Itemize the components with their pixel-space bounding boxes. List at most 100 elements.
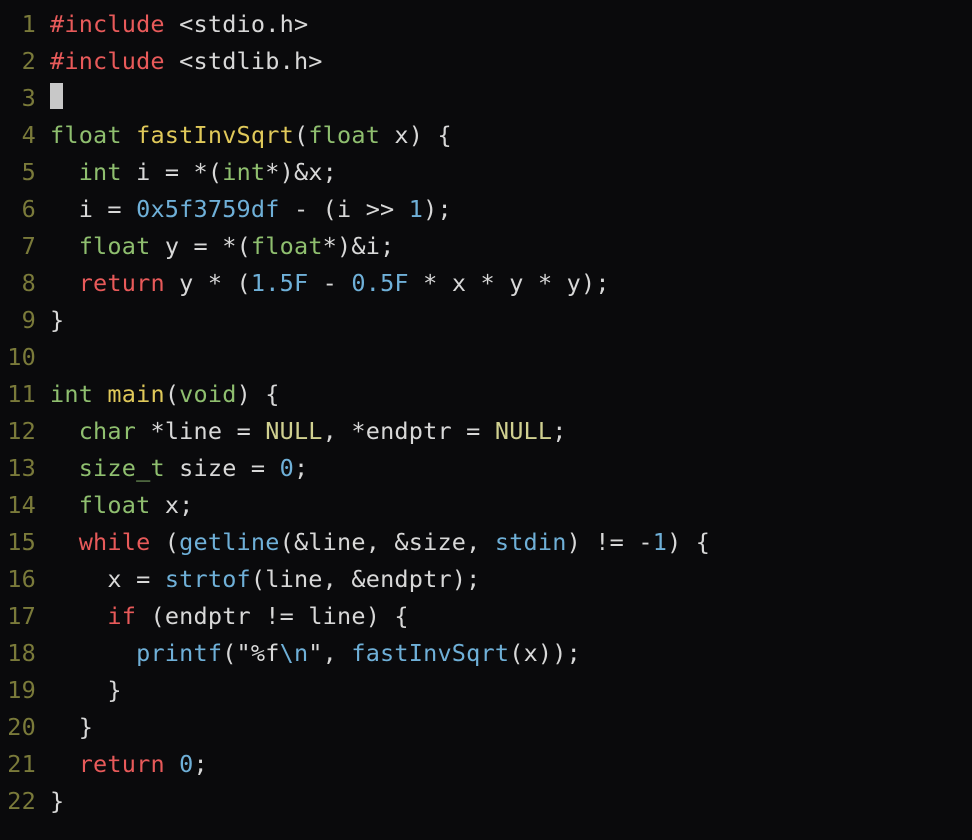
code-content[interactable]: } [50, 672, 972, 709]
code-line[interactable]: 4float fastInvSqrt(float x) { [0, 117, 972, 154]
token-op: ( [251, 565, 265, 593]
code-content[interactable]: size_t size = 0; [50, 450, 972, 487]
token-op: ) { [409, 121, 452, 149]
token-op: ) { [667, 528, 710, 556]
token-op: = *( [150, 158, 222, 186]
code-content[interactable]: int main(void) { [50, 376, 972, 413]
token-ident: size [179, 454, 236, 482]
code-content[interactable]: i = 0x5f3759df - (i >> 1); [50, 191, 972, 228]
code-content[interactable]: if (endptr != line) { [50, 598, 972, 635]
code-content[interactable]: char *line = NULL, *endptr = NULL; [50, 413, 972, 450]
token-op: } [50, 676, 122, 704]
token-op [50, 454, 79, 482]
line-number: 5 [0, 154, 50, 191]
token-op: , [323, 639, 352, 667]
code-content[interactable]: x = strtof(line, &endptr); [50, 561, 972, 598]
code-content[interactable]: return y * (1.5F - 0.5F * x * y * y); [50, 265, 972, 302]
code-line[interactable]: 9} [0, 302, 972, 339]
code-content[interactable]: float y = *(float*)&i; [50, 228, 972, 265]
token-op: >> [351, 195, 408, 223]
code-editor[interactable]: 1#include <stdio.h>2#include <stdlib.h>3… [0, 6, 972, 820]
text-cursor [50, 83, 63, 109]
token-op: (& [280, 528, 309, 556]
line-number: 19 [0, 672, 50, 709]
code-content[interactable]: float x; [50, 487, 972, 524]
code-line[interactable]: 13 size_t size = 0; [0, 450, 972, 487]
token-op: = [452, 417, 495, 445]
token-op: ); [581, 269, 610, 297]
token-qstr: "%f [237, 639, 280, 667]
token-op: != [251, 602, 308, 630]
code-line[interactable]: 12 char *line = NULL, *endptr = NULL; [0, 413, 972, 450]
token-op [50, 417, 79, 445]
code-line[interactable]: 5 int i = *(int*)&x; [0, 154, 972, 191]
code-content[interactable]: while (getline(&line, &size, stdin) != -… [50, 524, 972, 561]
code-line[interactable]: 11int main(void) { [0, 376, 972, 413]
code-line[interactable]: 21 return 0; [0, 746, 972, 783]
token-op: , [466, 528, 495, 556]
code-line[interactable]: 6 i = 0x5f3759df - (i >> 1); [0, 191, 972, 228]
code-line[interactable]: 20 } [0, 709, 972, 746]
token-op: * [136, 417, 165, 445]
code-content[interactable] [50, 339, 972, 376]
token-kwT: size_t [79, 454, 165, 482]
token-kwC: if [107, 602, 136, 630]
token-op: ( [294, 121, 308, 149]
token-op: ) { [237, 380, 280, 408]
code-line[interactable]: 10 [0, 339, 972, 376]
token-num: 0 [179, 750, 193, 778]
token-ident: y [509, 269, 523, 297]
code-line[interactable]: 16 x = strtof(line, &endptr); [0, 561, 972, 598]
token-op [50, 195, 79, 223]
token-pp: #include [50, 10, 165, 38]
code-content[interactable]: float fastInvSqrt(float x) { [50, 117, 972, 154]
token-kwT: float [50, 121, 122, 149]
code-line[interactable]: 19 } [0, 672, 972, 709]
token-pp: #include [50, 47, 165, 75]
token-op: , * [323, 417, 366, 445]
line-number: 11 [0, 376, 50, 413]
code-content[interactable]: printf("%f\n", fastInvSqrt(x)); [50, 635, 972, 672]
code-line[interactable]: 14 float x; [0, 487, 972, 524]
token-op [165, 750, 179, 778]
token-op: ; [552, 417, 566, 445]
token-kwT: char [79, 417, 136, 445]
token-ident: i [79, 195, 93, 223]
line-number: 12 [0, 413, 50, 450]
token-num: 1 [653, 528, 667, 556]
code-line[interactable]: 3 [0, 80, 972, 117]
token-esc: \n [280, 639, 309, 667]
token-op: ( [136, 602, 165, 630]
token-op: , & [323, 565, 366, 593]
code-line[interactable]: 15 while (getline(&line, &size, stdin) !… [0, 524, 972, 561]
code-line[interactable]: 1#include <stdio.h> [0, 6, 972, 43]
token-op: = [122, 565, 165, 593]
token-cnst: NULL [265, 417, 322, 445]
code-line[interactable]: 18 printf("%f\n", fastInvSqrt(x)); [0, 635, 972, 672]
code-content[interactable]: #include <stdlib.h> [50, 43, 972, 80]
line-number: 3 [0, 80, 50, 117]
token-kwT: float [79, 232, 151, 260]
token-op: } [50, 713, 93, 741]
token-kwC: return [79, 750, 165, 778]
code-content[interactable]: return 0; [50, 746, 972, 783]
code-content[interactable]: } [50, 783, 972, 820]
code-content[interactable]: #include <stdio.h> [50, 6, 972, 43]
token-op: *)& [323, 232, 366, 260]
code-content[interactable] [50, 80, 972, 117]
code-content[interactable]: } [50, 302, 972, 339]
code-line[interactable]: 2#include <stdlib.h> [0, 43, 972, 80]
code-line[interactable]: 7 float y = *(float*)&i; [0, 228, 972, 265]
token-num: 0 [280, 454, 294, 482]
token-ident: x [308, 158, 322, 186]
code-line[interactable]: 22} [0, 783, 972, 820]
code-line[interactable]: 17 if (endptr != line) { [0, 598, 972, 635]
code-content[interactable]: } [50, 709, 972, 746]
token-ident: endptr [366, 565, 452, 593]
token-op: , & [366, 528, 409, 556]
token-op: ; [294, 454, 308, 482]
token-ident: i [337, 195, 351, 223]
code-content[interactable]: int i = *(int*)&x; [50, 154, 972, 191]
code-line[interactable]: 8 return y * (1.5F - 0.5F * x * y * y); [0, 265, 972, 302]
token-kwT: float [308, 121, 380, 149]
